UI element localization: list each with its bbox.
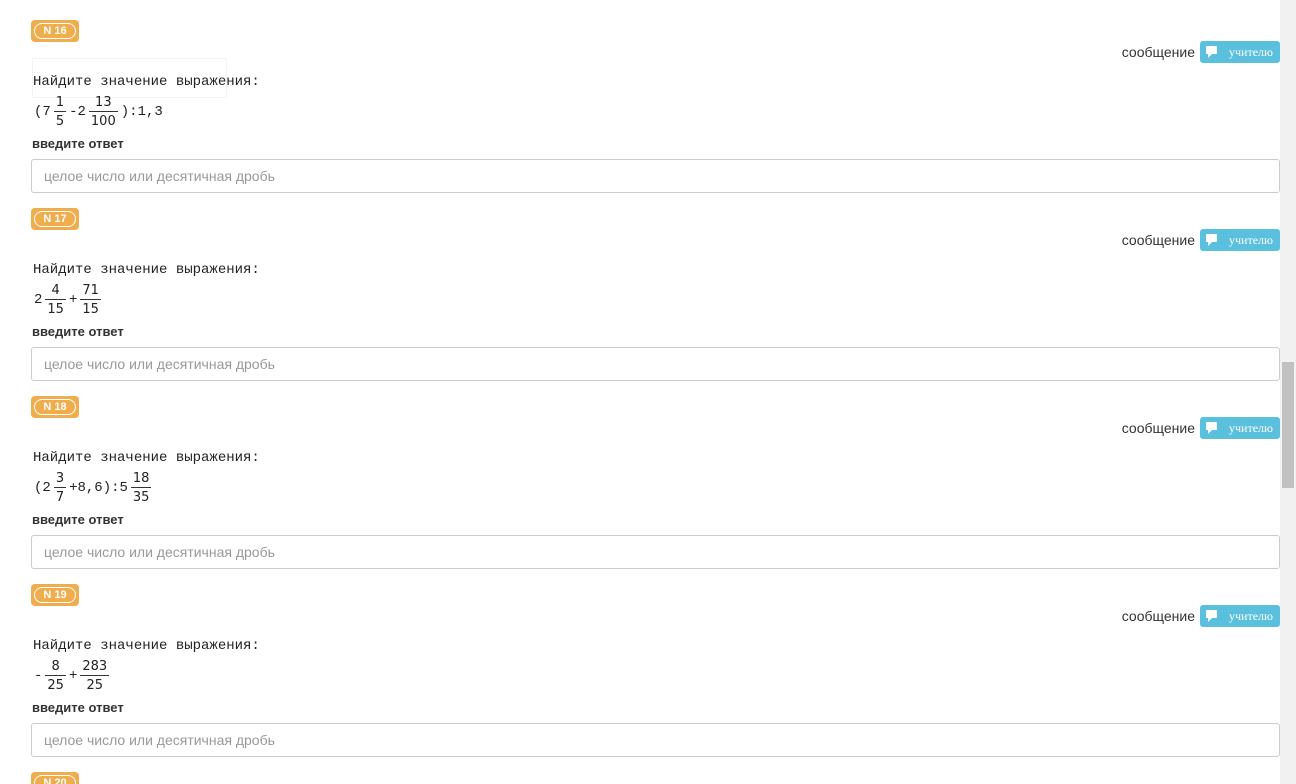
expression-text: ):1,3 (120, 104, 163, 120)
task-16: N 16 сообщение учителю Найдите значение … (0, 20, 1280, 208)
fraction: 8 25 (45, 658, 66, 694)
fraction: 4 15 (45, 282, 66, 318)
math-expression: -8 25 +283 25 (33, 656, 111, 696)
fraction: 37 (53, 470, 67, 506)
task-19: N 19 сообщение учителю Найдите значение … (0, 584, 1280, 772)
chat-bubble-icon (1206, 234, 1217, 246)
task-list: N 16 сообщение учителю Найдите значение … (0, 0, 1280, 784)
expression-text: - (34, 668, 43, 684)
message-teacher-button[interactable]: учителю (1200, 229, 1280, 251)
answer-label: введите ответ (32, 324, 124, 339)
message-teacher-button-label: учителю (1229, 609, 1273, 623)
question-text: Найдите значение выражения: (33, 450, 260, 466)
task-number-label: N 19 (34, 587, 76, 603)
fraction-numerator: 71 (80, 283, 101, 300)
fraction-denominator: 35 (132, 490, 150, 505)
fraction: 71 15 (80, 282, 101, 318)
fraction-numerator: 4 (45, 282, 66, 300)
fraction-denominator: 25 (86, 678, 104, 693)
fraction-numerator: 18 (130, 471, 152, 488)
expression-text: (7 (34, 104, 51, 120)
message-label: сообщение (1121, 420, 1195, 436)
answer-input[interactable] (31, 347, 1280, 381)
fraction-numerator: 13 (88, 94, 118, 112)
message-teacher-button[interactable]: учителю (1200, 41, 1280, 63)
fraction-numerator: 3 (53, 471, 67, 488)
fraction-denominator: 25 (47, 678, 64, 693)
task-18: N 18 сообщение учителю Найдите значение … (0, 396, 1280, 584)
fraction-denominator: 15 (47, 302, 64, 317)
fraction-numerator: 283 (80, 659, 110, 676)
fraction-numerator: 1 (53, 95, 67, 112)
message-label: сообщение (1121, 44, 1195, 60)
fraction: 18 35 (130, 470, 152, 506)
fraction: 283 25 (80, 658, 110, 694)
task-number-label: N 16 (34, 23, 76, 39)
message-teacher-button[interactable]: учителю (1200, 605, 1280, 627)
task-number-label: N 20 (34, 775, 76, 784)
expression-text: 2 (34, 292, 43, 308)
fraction-numerator: 8 (45, 658, 66, 676)
fraction-denominator: 7 (55, 490, 65, 505)
answer-label: введите ответ (32, 700, 124, 715)
answer-label: введите ответ (32, 512, 124, 527)
task-number-badge: N 17 (31, 208, 79, 230)
expression-text: -2 (69, 104, 86, 120)
task-number-badge: N 19 (31, 584, 79, 606)
task-number-label: N 18 (34, 399, 76, 415)
math-expression: (7 1 5 -2 13 100):1,3 (33, 92, 164, 132)
math-expression: 2 4 15 +71 15 (33, 280, 103, 320)
answer-input[interactable] (31, 723, 1280, 757)
expression-text: +8,6):5 (69, 480, 128, 496)
fraction-denominator: 15 (82, 302, 99, 317)
question-text: Найдите значение выражения: (33, 262, 260, 278)
fraction: 15 (53, 94, 67, 130)
message-teacher-button[interactable]: учителю (1200, 417, 1280, 439)
task-number-badge: N 18 (31, 396, 79, 418)
message-label: сообщение (1121, 608, 1195, 624)
answer-label: введите ответ (32, 136, 124, 151)
task-number-badge: N 16 (31, 20, 79, 42)
page-scrollbar[interactable] (1280, 0, 1296, 784)
message-teacher-button-label: учителю (1229, 233, 1273, 247)
chat-bubble-icon (1206, 610, 1217, 622)
task-number-label: N 17 (34, 211, 76, 227)
chat-bubble-icon (1206, 422, 1217, 434)
task-number-badge: N 20 (31, 772, 79, 784)
math-expression: (2 3 7 +8,6):5 18 35 (33, 468, 153, 508)
message-teacher-button-label: учителю (1229, 45, 1273, 59)
message-teacher-button-label: учителю (1229, 421, 1273, 435)
task-20: N 20 (0, 772, 1280, 784)
question-text: Найдите значение выражения: (33, 638, 260, 654)
chat-bubble-icon (1206, 46, 1217, 58)
scrollbar-thumb[interactable] (1282, 362, 1294, 488)
fraction: 13 100 (88, 94, 118, 130)
expression-text: (2 (34, 480, 51, 496)
answer-input[interactable] (31, 159, 1280, 193)
question-text: Найдите значение выражения: (33, 74, 260, 90)
fraction-denominator: 100 (90, 114, 116, 129)
answer-input[interactable] (31, 535, 1280, 569)
expression-text: + (68, 292, 78, 308)
message-label: сообщение (1121, 232, 1195, 248)
task-17: N 17 сообщение учителю Найдите значение … (0, 208, 1280, 396)
fraction-denominator: 5 (55, 114, 65, 129)
expression-text: + (68, 668, 78, 684)
